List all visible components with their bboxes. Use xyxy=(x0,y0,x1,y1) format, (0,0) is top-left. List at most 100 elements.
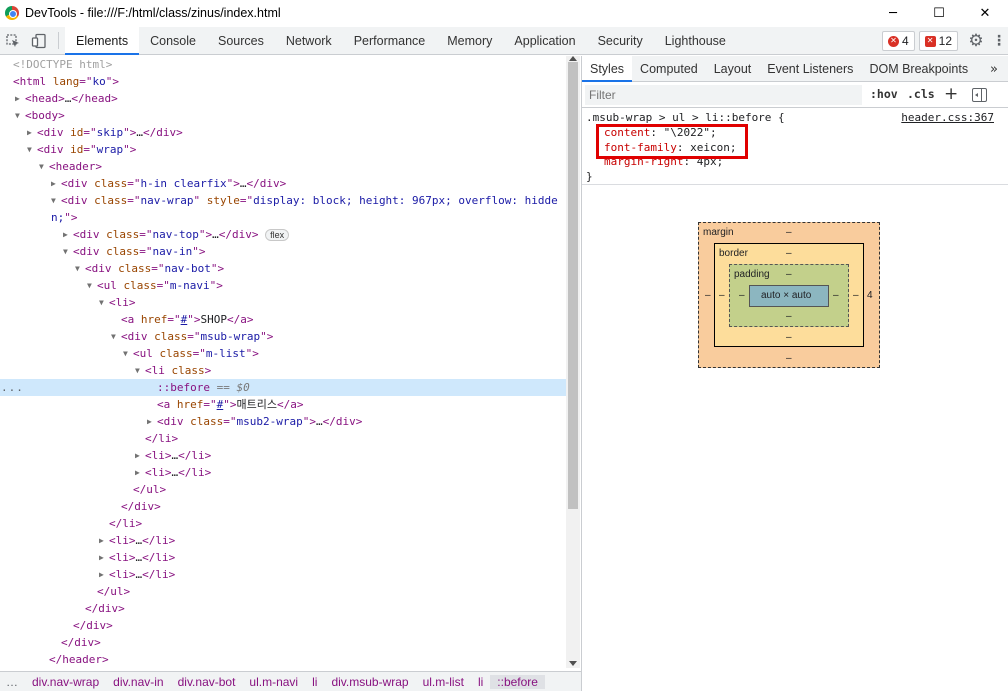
expanded-triangle-icon[interactable]: ▼ xyxy=(51,192,59,209)
margin-right-value[interactable]: 4 xyxy=(867,290,873,301)
expanded-triangle-icon[interactable]: ▼ xyxy=(111,328,119,345)
rule-selector[interactable]: .msub-wrap > ul > li::before { xyxy=(586,111,785,124)
margin-bottom-value[interactable]: – xyxy=(786,353,792,364)
inspect-element-icon[interactable] xyxy=(0,27,26,54)
expanded-triangle-icon[interactable]: ▼ xyxy=(39,158,47,175)
tab-security[interactable]: Security xyxy=(587,27,654,54)
dom-node-row[interactable]: ▼ <div class="nav-in"> xyxy=(0,243,566,260)
expanded-triangle-icon[interactable]: ▼ xyxy=(123,345,131,362)
dom-node-row[interactable]: </ul> xyxy=(0,481,566,498)
tab-lighthouse[interactable]: Lighthouse xyxy=(654,27,737,54)
border-right-value[interactable]: – xyxy=(853,290,859,301)
expanded-triangle-icon[interactable]: ▼ xyxy=(15,107,23,124)
sidebar-tab-computed[interactable]: Computed xyxy=(632,56,706,81)
breadcrumb-item[interactable]: ul.m-navi xyxy=(242,675,305,689)
breadcrumb-item[interactable]: div.nav-wrap xyxy=(25,675,106,689)
dom-node-row[interactable]: ▶ <li>…</li> xyxy=(0,566,566,583)
collapsed-triangle-icon[interactable]: ▶ xyxy=(51,175,59,192)
dom-node-row[interactable]: ▼ <div class="nav-wrap" style="display: b… xyxy=(0,192,566,209)
new-style-rule-icon[interactable]: + xyxy=(944,84,958,104)
collapsed-triangle-icon[interactable]: ▶ xyxy=(99,549,107,566)
expanded-triangle-icon[interactable]: ▼ xyxy=(135,362,143,379)
padding-right-value[interactable]: – xyxy=(833,290,839,301)
dom-node-row[interactable]: ▶ <li>…</li> xyxy=(0,549,566,566)
node-actions-ellipsis-icon[interactable]: ... xyxy=(1,379,24,396)
dom-node-row[interactable]: ▼ <ul class="m-navi"> xyxy=(0,277,566,294)
tab-elements[interactable]: Elements xyxy=(65,27,140,55)
dom-node-row[interactable]: ▼ <div id="wrap"> xyxy=(0,141,566,158)
expanded-triangle-icon[interactable]: ▼ xyxy=(87,277,95,294)
collapsed-triangle-icon[interactable]: ▶ xyxy=(63,226,71,243)
scrollbar-thumb[interactable] xyxy=(568,62,578,509)
dom-node-row[interactable]: <!DOCTYPE html> xyxy=(0,56,566,73)
expanded-triangle-icon[interactable]: ▼ xyxy=(63,243,71,260)
dom-node-row[interactable]: ▶ <div id="skip">…</div> xyxy=(0,124,566,141)
dom-node-row[interactable]: ▼ <li class> xyxy=(0,362,566,379)
tab-application[interactable]: Application xyxy=(503,27,586,54)
breadcrumb-item[interactable]: div.nav-bot xyxy=(171,675,243,689)
dom-node-row[interactable]: n;"> xyxy=(0,209,566,226)
tab-memory[interactable]: Memory xyxy=(436,27,503,54)
selected-dom-node[interactable]: ...::before == $0 xyxy=(0,379,566,396)
class-toggle[interactable]: .cls xyxy=(907,87,935,103)
error-counter-button[interactable]: ✕ 4 xyxy=(881,31,915,51)
breadcrumb-item[interactable]: li xyxy=(471,675,490,689)
content-size-value[interactable]: auto × auto xyxy=(761,290,811,301)
border-bottom-value[interactable]: – xyxy=(786,332,792,343)
padding-bottom-value[interactable]: – xyxy=(786,311,792,322)
breadcrumb-item[interactable]: div.msub-wrap xyxy=(324,675,415,689)
margin-top-value[interactable]: – xyxy=(786,227,792,238)
sidebar-tab-layout[interactable]: Layout xyxy=(706,56,760,81)
minimize-button[interactable]: ─ xyxy=(870,0,916,26)
dom-node-row[interactable]: ▼ <header> xyxy=(0,158,566,175)
dom-node-row[interactable]: </div> xyxy=(0,600,566,617)
sidebar-tab-event-listeners[interactable]: Event Listeners xyxy=(759,56,861,81)
dom-node-row[interactable]: ▶ <head>…</head> xyxy=(0,90,566,107)
breadcrumb-item[interactable]: div.nav-in xyxy=(106,675,170,689)
dom-node-row[interactable]: </li> xyxy=(0,515,566,532)
settings-gear-icon[interactable]: ⚙ xyxy=(962,27,990,55)
collapsed-triangle-icon[interactable]: ▶ xyxy=(15,90,23,107)
dom-node-row[interactable]: <a href="#">SHOP</a> xyxy=(0,311,566,328)
scroll-up-arrow-icon[interactable] xyxy=(569,56,577,61)
sidebar-tab-dom-breakpoints[interactable]: DOM Breakpoints xyxy=(861,56,976,81)
expanded-triangle-icon[interactable]: ▼ xyxy=(99,294,107,311)
padding-top-value[interactable]: – xyxy=(786,269,792,280)
hover-state-toggle[interactable]: :hov xyxy=(870,87,898,103)
dom-node-row[interactable]: ▼ <div class="nav-bot"> xyxy=(0,260,566,277)
close-button[interactable]: ✕ xyxy=(962,0,1008,26)
collapsed-triangle-icon[interactable]: ▶ xyxy=(135,464,143,481)
breadcrumb-item[interactable]: … xyxy=(0,675,25,689)
margin-left-value[interactable]: – xyxy=(705,290,711,301)
issues-counter-button[interactable]: ✕ 12 xyxy=(918,31,958,51)
device-toolbar-icon[interactable] xyxy=(26,27,52,54)
tab-console[interactable]: Console xyxy=(139,27,207,54)
dom-node-row[interactable]: ▼ <ul class="m-list"> xyxy=(0,345,566,362)
dom-node-row[interactable]: ▼ <body> xyxy=(0,107,566,124)
dom-node-row[interactable]: ▶ <li>…</li> xyxy=(0,447,566,464)
collapsed-triangle-icon[interactable]: ▶ xyxy=(135,447,143,464)
dom-node-row[interactable]: </div> xyxy=(0,498,566,515)
tab-sources[interactable]: Sources xyxy=(207,27,275,54)
border-left-value[interactable]: – xyxy=(719,290,725,301)
dom-node-row[interactable]: </li> xyxy=(0,430,566,447)
padding-left-value[interactable]: – xyxy=(739,290,745,301)
more-options-icon[interactable]: ⋮ xyxy=(990,33,1008,49)
maximize-button[interactable]: ☐ xyxy=(916,0,962,26)
rule-source-link[interactable]: header.css:367 xyxy=(901,111,994,124)
dom-node-row[interactable]: <html lang="ko"> xyxy=(0,73,566,90)
dom-node-row[interactable]: ▼ <div class="msub-wrap"> xyxy=(0,328,566,345)
tab-performance[interactable]: Performance xyxy=(343,27,437,54)
collapsed-triangle-icon[interactable]: ▶ xyxy=(147,413,155,430)
sidebar-tab-styles[interactable]: Styles xyxy=(582,56,633,82)
collapsed-triangle-icon[interactable]: ▶ xyxy=(99,532,107,549)
dom-node-row[interactable]: ▶ <li>…</li> xyxy=(0,532,566,549)
border-top-value[interactable]: – xyxy=(786,248,792,259)
scroll-down-arrow-icon[interactable] xyxy=(569,661,577,666)
expanded-triangle-icon[interactable]: ▼ xyxy=(75,260,83,277)
collapsed-triangle-icon[interactable]: ▶ xyxy=(27,124,35,141)
styles-filter-input[interactable] xyxy=(585,85,862,105)
expanded-triangle-icon[interactable]: ▼ xyxy=(27,141,35,158)
collapsed-triangle-icon[interactable]: ▶ xyxy=(99,566,107,583)
dom-node-row[interactable]: ▶ <div class="h-in clearfix">…</div> xyxy=(0,175,566,192)
